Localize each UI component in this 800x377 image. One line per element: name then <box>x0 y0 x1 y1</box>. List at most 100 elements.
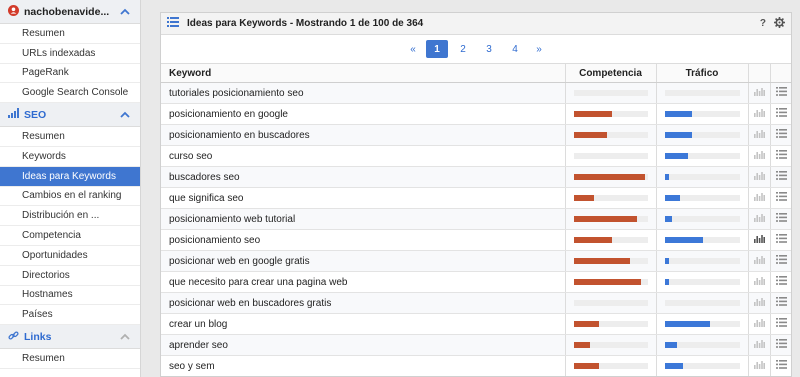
chevron-up-icon[interactable] <box>118 5 132 19</box>
list-icon[interactable] <box>776 192 788 204</box>
list-icon[interactable] <box>776 255 788 267</box>
list-icon[interactable] <box>776 318 788 330</box>
table-row[interactable]: buscadores seo <box>161 166 791 188</box>
keyword-cell[interactable]: buscadores seo <box>161 166 565 188</box>
table-row[interactable]: posicionar web en buscadores gratis <box>161 292 791 314</box>
table-row[interactable]: crear un blog <box>161 313 791 335</box>
list-icon[interactable] <box>776 213 788 225</box>
keyword-cell[interactable]: posicionamiento seo <box>161 229 565 251</box>
list-icon[interactable] <box>776 108 788 120</box>
keyword-cell[interactable]: seo y sem <box>161 355 565 376</box>
gear-icon[interactable] <box>774 16 785 31</box>
table-row[interactable]: seo y sem <box>161 355 791 376</box>
pagination-page-2[interactable]: 2 <box>452 40 474 58</box>
sidebar-item-distribución-en[interactable]: Distribución en ... <box>0 206 140 227</box>
sidebar-item-países[interactable]: Países <box>0 305 140 326</box>
pagination-page-4[interactable]: 4 <box>504 40 526 58</box>
bar-chart-icon[interactable] <box>753 87 765 99</box>
trafico-bar-track <box>664 216 740 222</box>
help-button[interactable]: ? <box>760 18 766 29</box>
table-row[interactable]: curso seo <box>161 145 791 167</box>
bar-chart-icon[interactable] <box>753 192 765 204</box>
table-row[interactable]: que significa seo <box>161 187 791 209</box>
sidebar-user-header[interactable]: nachobenavide... <box>0 0 140 24</box>
bar-chart-icon[interactable] <box>753 276 765 288</box>
list-icon[interactable] <box>776 276 788 288</box>
keyword-cell[interactable]: tutoriales posicionamiento seo <box>161 82 565 104</box>
trafico-cell <box>655 334 748 356</box>
keyword-cell[interactable]: crear un blog <box>161 313 565 335</box>
sidebar-item-cambios-en-el-ranking[interactable]: Cambios en el ranking <box>0 187 140 207</box>
table-row[interactable]: posicionamiento en buscadores <box>161 124 791 146</box>
competencia-cell <box>564 250 656 272</box>
competencia-bar-fill <box>573 174 646 180</box>
table-row[interactable]: que necesito para crear una pagina web <box>161 271 791 293</box>
table-row[interactable]: tutoriales posicionamiento seo <box>161 82 791 104</box>
keyword-cell[interactable]: curso seo <box>161 145 565 167</box>
competencia-cell <box>564 208 656 230</box>
bar-chart-icon[interactable] <box>753 213 765 225</box>
list-icon[interactable] <box>776 234 788 246</box>
bar-chart-icon[interactable] <box>753 297 765 309</box>
bar-chart-icon[interactable] <box>753 108 765 120</box>
bar-chart-icon[interactable] <box>753 360 765 372</box>
sidebar-item-hostnames[interactable]: Hostnames <box>0 286 140 306</box>
keyword-cell[interactable]: posicionamiento web tutorial <box>161 208 565 230</box>
sidebar-item-urls-indexadas[interactable]: URLs indexadas <box>0 44 140 64</box>
trafico-cell <box>655 271 748 293</box>
pagination-page-3[interactable]: 3 <box>478 40 500 58</box>
bar-chart-icon[interactable] <box>753 129 765 141</box>
keyword-cell[interactable]: posicionar web en buscadores gratis <box>161 292 565 314</box>
column-header-competencia[interactable]: Competencia <box>564 63 656 83</box>
list-icon[interactable] <box>776 297 788 309</box>
bar-chart-icon[interactable] <box>753 255 765 267</box>
bar-chart-icon[interactable] <box>753 150 765 162</box>
trafico-cell <box>655 124 748 146</box>
competencia-cell <box>564 187 656 209</box>
sidebar-item-pagerank[interactable]: PageRank <box>0 64 140 84</box>
keyword-cell[interactable]: aprender seo <box>161 334 565 356</box>
list-icon[interactable] <box>776 129 788 141</box>
keyword-cell[interactable]: posicionamiento en google <box>161 103 565 125</box>
keyword-cell[interactable]: que significa seo <box>161 187 565 209</box>
bar-chart-icon[interactable] <box>753 318 765 330</box>
list-icon[interactable] <box>776 339 788 351</box>
pagination-page-1[interactable]: 1 <box>426 40 448 58</box>
details-cell <box>769 313 791 335</box>
pagination-next[interactable]: » <box>528 40 550 58</box>
list-icon[interactable] <box>776 87 788 99</box>
keyword-cell[interactable]: posicionamiento en buscadores <box>161 124 565 146</box>
sidebar-item-directorios[interactable]: Directorios <box>0 266 140 286</box>
column-header-trafico[interactable]: Tráfico <box>655 63 748 83</box>
column-header-keyword[interactable]: Keyword <box>161 63 565 83</box>
sidebar-links-header[interactable]: Links <box>0 325 140 350</box>
sidebar-item-oportunidades[interactable]: Oportunidades <box>0 246 140 266</box>
pagination-prev[interactable]: « <box>402 40 424 58</box>
sidebar-item-resumen[interactable]: Resumen <box>0 349 140 369</box>
chevron-up-icon[interactable] <box>118 330 132 344</box>
table-row[interactable]: posicionamiento web tutorial <box>161 208 791 230</box>
table-row[interactable]: posicionamiento en google <box>161 103 791 125</box>
trafico-bar-track <box>664 237 740 243</box>
table-row[interactable]: posicionar web en google gratis <box>161 250 791 272</box>
bar-chart-icon[interactable] <box>753 234 765 246</box>
sidebar-item-resumen[interactable]: Resumen <box>0 127 140 147</box>
list-icon[interactable] <box>776 360 788 372</box>
list-icon[interactable] <box>776 171 788 183</box>
chart-cell <box>747 145 770 167</box>
chevron-up-icon[interactable] <box>118 108 132 122</box>
sidebar-item-keywords[interactable]: Keywords <box>0 147 140 167</box>
sidebar-item-ideas-para-keywords[interactable]: Ideas para Keywords <box>0 166 140 187</box>
bar-chart-icon[interactable] <box>753 171 765 183</box>
keyword-cell[interactable]: posicionar web en google gratis <box>161 250 565 272</box>
sidebar-item-resumen[interactable]: Resumen <box>0 24 140 44</box>
sidebar-item-competencia[interactable]: Competencia <box>0 226 140 246</box>
keyword-cell[interactable]: que necesito para crear una pagina web <box>161 271 565 293</box>
bar-chart-icon[interactable] <box>753 339 765 351</box>
sidebar-seo-header[interactable]: SEO <box>0 103 140 128</box>
table-row[interactable]: aprender seo <box>161 334 791 356</box>
list-icon[interactable] <box>776 150 788 162</box>
sidebar-item-google-search-console[interactable]: Google Search Console <box>0 83 140 104</box>
trafico-bar-fill <box>664 279 669 285</box>
table-row[interactable]: posicionamiento seo <box>161 229 791 251</box>
